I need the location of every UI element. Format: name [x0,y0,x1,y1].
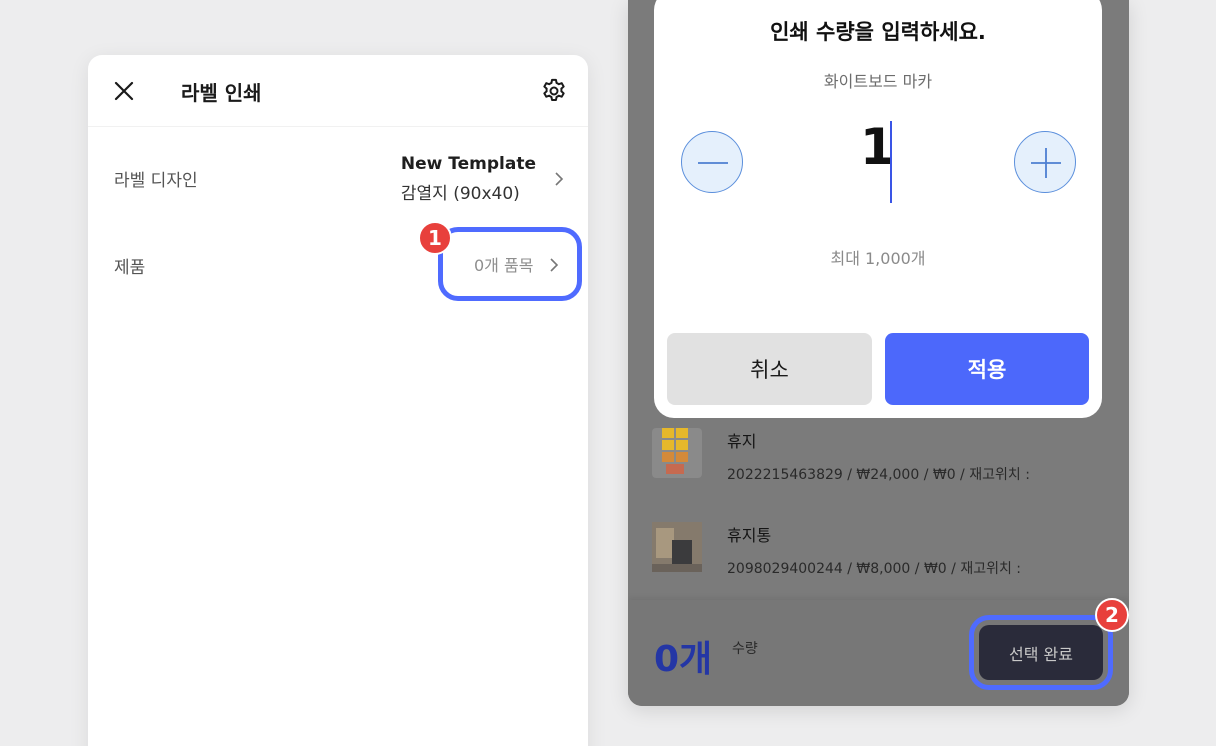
label-design-row[interactable]: 라벨 디자인 New Template 감열지 (90x40) [88,150,588,206]
text-caret [890,121,892,203]
product-row-label: 제품 [114,258,146,278]
product-select-panel: 휴지 2022215463829 / ₩24,000 / ₩0 / 재고위치 :… [628,0,1129,706]
product-thumbnail [652,428,702,478]
product-thumbnail [652,522,702,572]
product-count: 0개 품목 [474,256,534,275]
selected-count-label: 수량 [732,641,758,657]
plus-icon [1031,148,1061,178]
gear-icon[interactable] [540,77,568,105]
design-value: New Template 감열지 (90x40) [401,154,536,204]
bottom-bar: 0개 수량 선택 완료 2 [628,598,1129,706]
quantity-modal: 인쇄 수량을 입력하세요. 화이트보드 마카 1 최대 1,000개 취소 적용 [654,0,1102,418]
chevron-right-icon [552,171,566,186]
selected-count: 0개 [654,639,713,680]
modal-product-name: 화이트보드 마카 [823,72,933,91]
panel-header: 라벨 인쇄 [88,55,588,127]
chevron-right-icon [547,257,561,272]
apply-button[interactable]: 적용 [885,333,1089,405]
step-badge-2: 2 [1095,598,1129,632]
done-button-highlight: 선택 완료 2 [969,598,1129,690]
step-badge-1: 1 [418,221,452,255]
product-meta: 2098029400244 / ₩8,000 / ₩0 / 재고위치 : [727,561,1022,577]
page-title: 라벨 인쇄 [181,81,262,105]
modal-title: 인쇄 수량을 입력하세요. [770,20,986,44]
max-quantity-text: 최대 1,000개 [830,249,926,268]
decrement-button[interactable] [681,131,743,193]
select-done-button[interactable]: 선택 완료 [979,625,1103,680]
close-icon[interactable] [112,79,136,103]
minus-icon [698,162,728,164]
label-print-panel: 라벨 인쇄 라벨 디자인 New Template 감열지 (90x40) 제품… [88,55,588,746]
design-row-label: 라벨 디자인 [114,171,198,191]
product-select-button[interactable]: 0개 품목 [438,227,582,301]
increment-button[interactable] [1014,131,1076,193]
design-paper-size: 감열지 (90x40) [400,184,520,204]
product-meta: 2022215463829 / ₩24,000 / ₩0 / 재고위치 : [727,467,1030,483]
cancel-button[interactable]: 취소 [667,333,872,405]
product-name: 휴지 [727,432,757,451]
design-template-name: New Template [400,154,536,174]
product-name: 휴지통 [727,526,772,545]
product-row: 제품 0개 품목 1 [88,221,588,301]
